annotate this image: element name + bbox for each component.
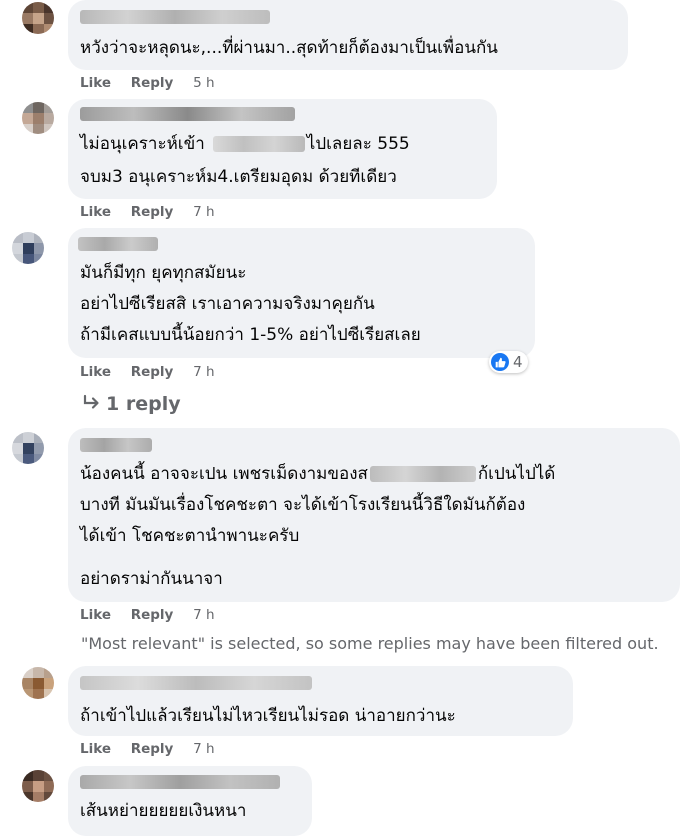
comment-actions: Like Reply 7 h [80,607,230,623]
avatar[interactable] [22,102,54,134]
comment-text: น้องคนนี้ อาจจะเปน เพชรเม็ดงามของส ก้เปนไ… [80,459,555,489]
avatar[interactable] [12,232,44,264]
comment-text: ถ้ามีเคสแบบนี้น้อยกว่า 1-5% อย่าไปซีเรีย… [80,325,421,345]
avatar[interactable] [22,667,54,699]
blurred-author-name[interactable] [80,107,295,121]
reply-button[interactable]: Reply [131,75,174,91]
timestamp[interactable]: 7 h [193,364,214,380]
blurred-author-name[interactable] [80,676,312,690]
comment-bubble: ไม่อนุเคราะห์เข้า ไปเลยละ 555 จบม3 อนุเคร… [68,99,497,199]
filter-notice: "Most relevant" is selected, so some rep… [81,634,659,653]
like-button[interactable]: Like [80,741,111,757]
comment-text: อย่าไปซีเรียสสิ เราเอาความจริงมาคุยกัน [80,294,375,314]
blurred-author-name[interactable] [78,237,158,251]
reply-button[interactable]: Reply [131,741,174,757]
thumbs-up-icon [491,353,509,371]
comment-text-segment: ก้เปนไปได้ [477,464,556,484]
comment-bubble: หวังว่าจะหลุดนะ,...ที่ผ่านมา..สุดท้ายก็ต… [68,0,628,70]
comment-bubble: ถ้าเข้าไปแล้วเรียนไม่ไหวเรียนไม่รอด น่าอ… [68,666,573,736]
comment-actions: Like Reply 7 h [80,741,230,757]
comment-text: ไม่อนุเคราะห์เข้า ไปเลยละ 555 [80,129,410,159]
comment-actions: Like Reply 5 h [80,75,230,91]
timestamp[interactable]: 5 h [193,75,214,91]
comment-actions: Like Reply 7 h [80,204,230,220]
reaction-count: 4 [513,353,523,371]
comment-text: หวังว่าจะหลุดนะ,...ที่ผ่านมา..สุดท้ายก็ต… [80,38,498,58]
timestamp[interactable]: 7 h [193,741,214,757]
timestamp[interactable]: 7 h [193,204,214,220]
blurred-school-name [369,466,476,482]
comment-text: อย่าดราม่ากันนาจา [80,569,223,589]
avatar[interactable] [22,2,54,34]
comment-text: จบม3 อนุเคราะห์ม4.เตรียมอุดม ด้วยทีเดียว [80,167,397,187]
reply-arrow-icon [83,394,99,409]
avatar[interactable] [22,770,54,802]
comment-text: ถ้าเข้าไปแล้วเรียนไม่ไหวเรียนไม่รอด น่าอ… [80,706,456,726]
comment-text-segment: น้องคนนี้ อาจจะเปน เพชรเม็ดงามของส [80,464,368,484]
reply-button[interactable]: Reply [131,204,174,220]
comment-text-segment: ไม่อนุเคราะห์เข้า [80,134,205,154]
reply-button[interactable]: Reply [131,607,174,623]
reply-count-label: 1 reply [106,393,181,415]
comment-bubble: เส้นหย่ายยยยยเงินหนา [68,766,312,836]
like-button[interactable]: Like [80,607,111,623]
blurred-author-name[interactable] [80,10,270,24]
comment-text: ได้เข้า โชคชะตานำพานะครับ [80,526,300,546]
comment-text: เส้นหย่ายยยยยเงินหนา [80,801,247,821]
comment-actions: Like Reply 7 h [80,364,230,380]
avatar[interactable] [12,432,44,464]
blurred-author-name[interactable] [80,775,280,789]
like-button[interactable]: Like [80,204,111,220]
comment-text: บางที มันมันเรื่องโชคชะตา จะได้เข้าโรงเร… [80,495,526,515]
like-button[interactable]: Like [80,364,111,380]
comment-text: มันก็มีทุก ยุคทุกสมัยนะ [80,263,247,283]
timestamp[interactable]: 7 h [193,607,214,623]
blurred-school-name [212,136,305,152]
view-replies-link[interactable]: 1 reply [82,393,181,415]
comment-bubble: มันก็มีทุก ยุคทุกสมัยนะ อย่าไปซีเรียสสิ … [68,228,535,358]
like-button[interactable]: Like [80,75,111,91]
reply-button[interactable]: Reply [131,364,174,380]
comment-text-segment: ไปเลยละ 555 [306,134,410,154]
comment-bubble: น้องคนนี้ อาจจะเปน เพชรเม็ดงามของส ก้เปนไ… [68,428,680,602]
blurred-author-name[interactable] [80,438,152,452]
reaction-summary[interactable]: 4 [489,351,528,373]
